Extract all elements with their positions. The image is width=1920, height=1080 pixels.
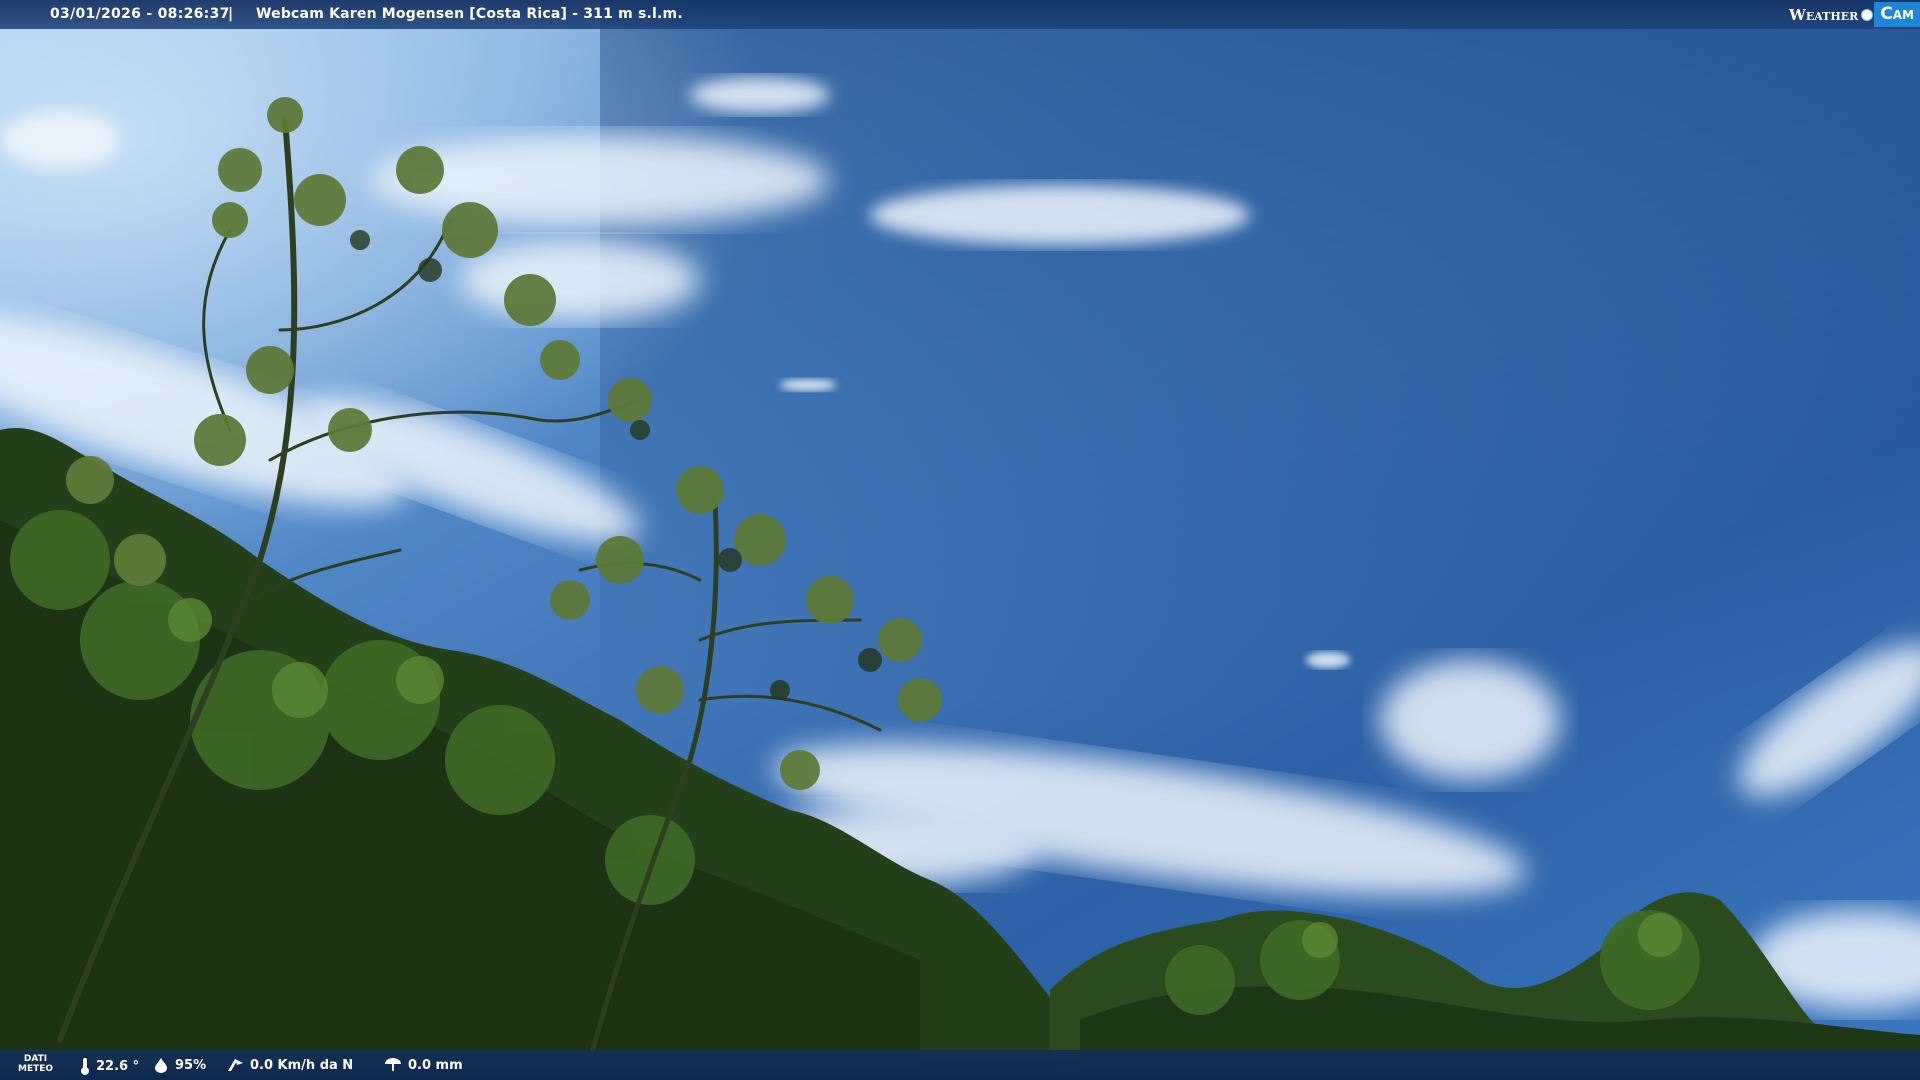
temperature-value: 22.6 °: [96, 1058, 140, 1074]
wind-icon: [228, 1059, 243, 1071]
humidity-value: 95%: [175, 1057, 207, 1073]
humidity-reading: 95%: [153, 1057, 206, 1073]
rain-reading: 0.0 mm: [384, 1057, 463, 1073]
rain-gauge-icon: [385, 1058, 401, 1071]
timestamp: 03/01/2026 - 08:26:37: [50, 6, 230, 22]
wind-reading: 0.0 Km/h da N: [226, 1057, 353, 1073]
logo-weather-text: Weather: [1789, 5, 1859, 24]
dati-meteo-label: DATI METEO: [18, 1054, 54, 1074]
webcam-header-bar: 03/01/2026 - 08:26:37 | Webcam Karen Mog…: [0, 0, 1920, 29]
logo-cam-text: Cam: [1874, 2, 1920, 27]
temperature-reading: 22.6 °: [80, 1057, 139, 1075]
header-separator: |: [228, 6, 234, 22]
webcam-image: [0, 0, 1920, 1080]
wind-value: 0.0 Km/h da N: [250, 1057, 354, 1073]
logo-dot-icon: [1862, 9, 1873, 20]
weather-data-bar: DATI METEO 22.6 ° 95% 0.0 Km/h da N 0.0 …: [0, 1050, 1920, 1080]
thermometer-icon: [81, 1058, 89, 1075]
webcam-title: Webcam Karen Mogensen [Costa Rica] - 311…: [256, 6, 683, 22]
rain-value: 0.0 mm: [408, 1057, 463, 1073]
weathercam-logo: Weather Cam: [1789, 0, 1920, 29]
humidity-drop-icon: [155, 1058, 167, 1073]
